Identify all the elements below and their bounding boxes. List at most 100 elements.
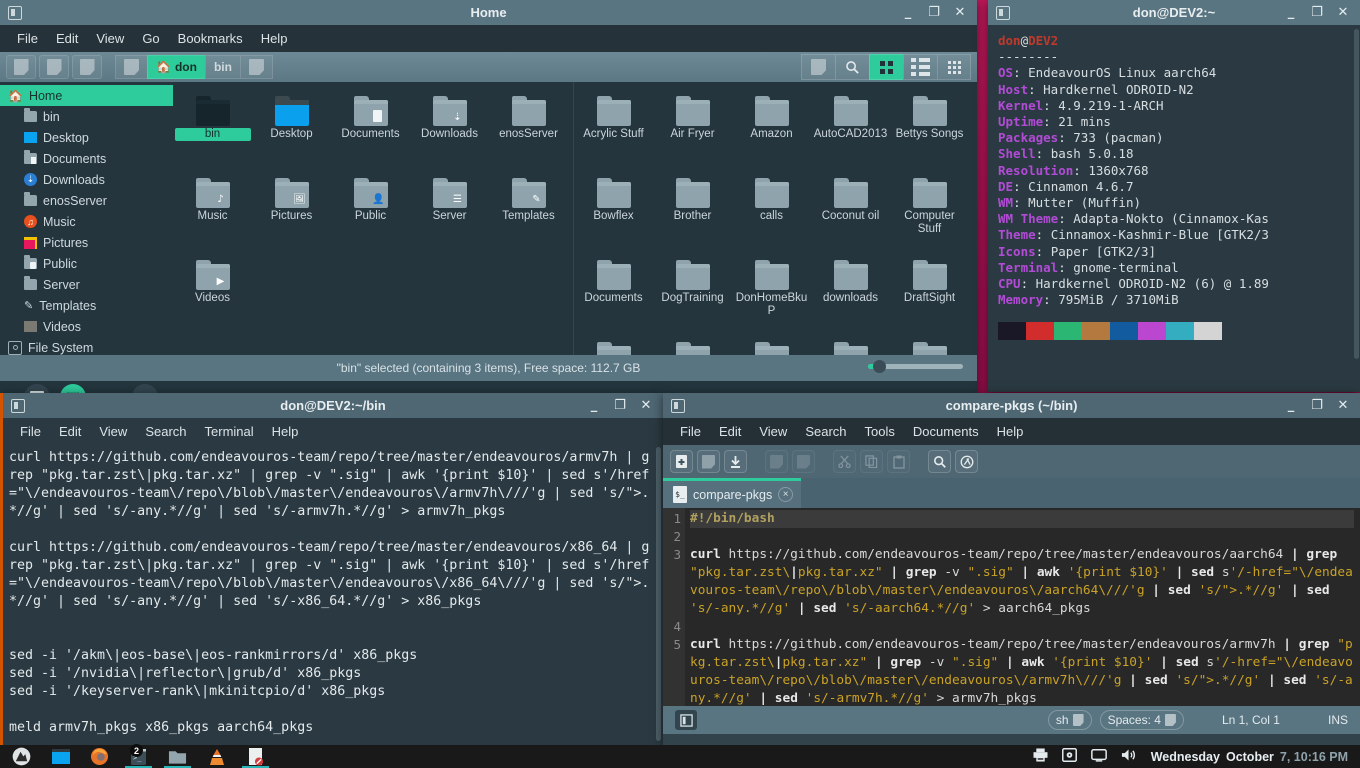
indent-selector[interactable]: Spaces: 4 — [1099, 710, 1184, 730]
sidebar-item-music[interactable]: ♫ Music — [0, 211, 173, 232]
menu-view[interactable]: View — [90, 421, 136, 442]
file-item[interactable]: 🖼 Pictures — [252, 174, 331, 256]
language-selector[interactable]: sh — [1047, 710, 1092, 730]
neofetch-terminal-window[interactable]: don@DEV2:~ _ ❐ ✕ don@DEV2 -------- OS: E… — [988, 0, 1360, 392]
sidebar-item-videos[interactable]: Videos — [0, 316, 173, 337]
file-grid-left[interactable]: bin Desktop Documents ⇣ Downloads enosServer ♪… — [173, 92, 573, 338]
menu-go[interactable]: Go — [133, 28, 168, 49]
menu-icon[interactable] — [2, 745, 41, 768]
undo-button[interactable] — [765, 450, 788, 473]
sidebar-item-pictures[interactable]: Pictures — [0, 232, 173, 253]
menu-file[interactable]: File — [8, 28, 47, 49]
maximize-button[interactable]: ❐ — [1304, 393, 1330, 418]
maximize-button[interactable]: ❐ — [1304, 0, 1330, 25]
toggle-location-button[interactable] — [801, 54, 835, 80]
menu-documents[interactable]: Documents — [904, 421, 988, 442]
menu-help[interactable]: Help — [263, 421, 308, 442]
file-item[interactable]: enosServer — [489, 92, 568, 174]
disk-icon[interactable] — [1061, 748, 1077, 765]
terminal-icon[interactable]: >_ 2 — [119, 744, 158, 768]
menu-help[interactable]: Help — [252, 28, 297, 49]
text-editor-window[interactable]: compare-pkgs (~/bin) _ ❐ ✕ File Edit Vie… — [663, 393, 1360, 745]
editor-toolbar[interactable] — [663, 445, 1360, 478]
breadcrumb[interactable]: 🏠 don bin — [115, 55, 273, 79]
sidebar-item-server[interactable]: Server — [0, 274, 173, 295]
file-item[interactable]: ⇣ Downloads — [410, 92, 489, 174]
search-button[interactable] — [835, 54, 869, 80]
editor-code[interactable]: #!/bin/bash curl https://github.com/ende… — [685, 508, 1360, 706]
menu-edit[interactable]: Edit — [47, 28, 87, 49]
minimize-button[interactable]: _ — [581, 393, 607, 418]
menu-edit[interactable]: Edit — [710, 421, 750, 442]
bin-terminal-scrollbar[interactable] — [656, 447, 661, 741]
file-item[interactable]: Amazon — [732, 92, 811, 174]
zoom-knob[interactable] — [873, 360, 886, 373]
breadcrumb-next[interactable] — [239, 55, 273, 79]
icon-view-button[interactable] — [869, 54, 903, 80]
text-editor-icon[interactable] — [236, 745, 275, 768]
menu-search[interactable]: Search — [796, 421, 855, 442]
files-icon[interactable] — [158, 745, 197, 768]
editor-text-area[interactable]: 1 2 3 4 5 #!/bin/bash curl https://github.co… — [663, 508, 1360, 706]
file-item[interactable]: Air Fryer — [653, 92, 732, 174]
neofetch-scrollbar[interactable] — [1354, 29, 1359, 359]
menu-help[interactable]: Help — [988, 421, 1033, 442]
bin-terminal-window-buttons[interactable]: _ ❐ ✕ — [581, 393, 663, 418]
window-menu-icon[interactable] — [671, 398, 685, 413]
printer-icon[interactable] — [1033, 748, 1048, 765]
toggle-side-panel-button[interactable] — [675, 710, 697, 730]
new-file-button[interactable] — [670, 450, 693, 473]
neofetch-window-buttons[interactable]: _ ❐ ✕ — [1278, 0, 1360, 25]
code-line[interactable]: curl https://github.com/endeavouros-team… — [690, 546, 1354, 618]
clock[interactable]: Wednesday October 7, 10:16 PM — [1151, 750, 1348, 764]
sidebar-item-public[interactable]: Public — [0, 253, 173, 274]
sidebar-item-desktop[interactable]: Desktop — [0, 127, 173, 148]
editor-titlebar[interactable]: compare-pkgs (~/bin) _ ❐ ✕ — [663, 393, 1360, 418]
file-item[interactable]: DogTraining — [653, 256, 732, 338]
bin-terminal-window[interactable]: don@DEV2:~/bin _ ❐ ✕ File Edit View Sear… — [0, 393, 663, 745]
menu-search[interactable]: Search — [136, 421, 195, 442]
copy-button[interactable] — [860, 450, 883, 473]
file-manager-window-buttons[interactable]: _ ❐ ✕ — [895, 0, 977, 25]
menu-tools[interactable]: Tools — [856, 421, 904, 442]
menu-edit[interactable]: Edit — [50, 421, 90, 442]
code-line[interactable]: #!/bin/bash — [690, 510, 1354, 528]
display-icon[interactable] — [1090, 748, 1107, 765]
file-item[interactable]: Bowflex — [574, 174, 653, 256]
file-manager-view-tools[interactable] — [801, 54, 971, 80]
file-item[interactable]: ♪ Music — [173, 174, 252, 256]
file-item[interactable]: AutoCAD2013 — [811, 92, 890, 174]
close-button[interactable]: ✕ — [947, 0, 973, 25]
window-menu-icon[interactable] — [996, 5, 1010, 20]
open-file-button[interactable] — [697, 450, 720, 473]
taskbar[interactable]: >_ 2 Wednesday October 7, 10:16 PM — [0, 744, 1360, 768]
file-item[interactable]: Documents — [574, 256, 653, 338]
bin-terminal-output[interactable]: curl https://github.com/endeavouros-team… — [3, 445, 663, 743]
save-button[interactable] — [724, 450, 747, 473]
close-button[interactable]: ✕ — [1330, 0, 1356, 25]
code-line[interactable]: curl https://github.com/endeavouros-team… — [690, 636, 1354, 706]
minimize-button[interactable]: _ — [1278, 0, 1304, 25]
minimize-button[interactable]: _ — [1278, 393, 1304, 418]
file-item[interactable]: Coconut oil — [811, 174, 890, 256]
file-item[interactable]: downloads — [811, 256, 890, 338]
file-item[interactable]: ▶ Videos — [173, 256, 252, 338]
paste-button[interactable] — [887, 450, 910, 473]
file-item[interactable]: Bettys Songs — [890, 92, 969, 174]
code-line[interactable] — [690, 528, 1354, 546]
file-item[interactable]: Acrylic Stuff — [574, 92, 653, 174]
sidebar-item-bin[interactable]: bin — [0, 106, 173, 127]
sidebar-item-downloads[interactable]: ⇣ Downloads — [0, 169, 173, 190]
zoom-slider[interactable] — [868, 360, 963, 373]
file-item[interactable]: Documents — [331, 92, 410, 174]
menu-view[interactable]: View — [87, 28, 133, 49]
menu-bookmarks[interactable]: Bookmarks — [169, 28, 252, 49]
code-line[interactable] — [690, 618, 1354, 636]
menu-file[interactable]: File — [671, 421, 710, 442]
breadcrumb-root[interactable] — [115, 55, 147, 79]
file-item[interactable]: Computer Stuff — [890, 174, 969, 256]
editor-menubar[interactable]: File Edit View Search Tools Documents He… — [663, 418, 1360, 445]
forward-button[interactable] — [39, 55, 69, 79]
menu-view[interactable]: View — [750, 421, 796, 442]
cut-button[interactable] — [833, 450, 856, 473]
